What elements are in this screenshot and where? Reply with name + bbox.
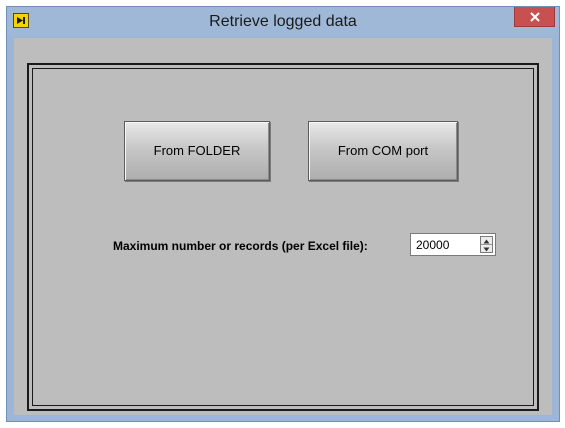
from-com-port-button[interactable]: From COM port xyxy=(308,121,458,181)
decrement-button[interactable] xyxy=(481,245,492,253)
max-records-spinner[interactable] xyxy=(480,236,493,253)
panel-content: From FOLDER From COM port Maximum number… xyxy=(32,68,534,406)
from-folder-button[interactable]: From FOLDER xyxy=(124,121,270,181)
max-records-value[interactable]: 20000 xyxy=(416,238,449,252)
client-area: From FOLDER From COM port Maximum number… xyxy=(14,38,552,415)
window-title: Retrieve logged data xyxy=(209,13,357,30)
max-records-label: Maximum number or records (per Excel fil… xyxy=(113,239,368,253)
dialog-window: Retrieve logged data From FOLDER From CO… xyxy=(6,6,560,422)
panel-frame: From FOLDER From COM port Maximum number… xyxy=(27,63,539,411)
chevron-down-icon xyxy=(483,247,490,251)
close-icon xyxy=(530,12,540,22)
close-button[interactable] xyxy=(514,7,555,27)
max-records-input[interactable]: 20000 xyxy=(410,233,496,256)
increment-button[interactable] xyxy=(481,237,492,245)
title-bar[interactable]: Retrieve logged data xyxy=(7,7,559,37)
chevron-up-icon xyxy=(483,239,490,244)
